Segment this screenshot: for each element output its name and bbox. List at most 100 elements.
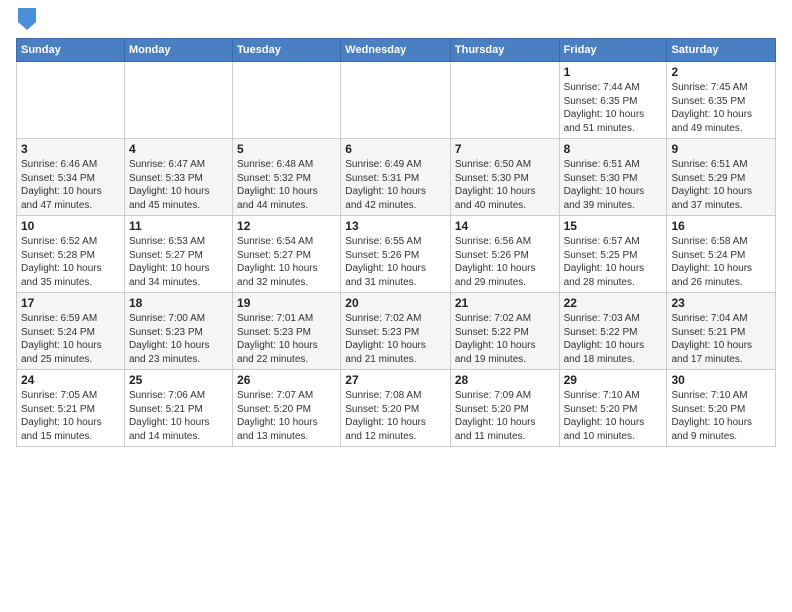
day-info: Sunrise: 6:56 AMSunset: 5:26 PMDaylight:… (455, 235, 555, 289)
table-row: 15 Sunrise: 6:57 AMSunset: 5:25 PMDayligh… (559, 216, 667, 293)
day-info: Sunrise: 7:07 AMSunset: 5:20 PMDaylight:… (237, 389, 336, 443)
day-info: Sunrise: 6:53 AMSunset: 5:27 PMDaylight:… (129, 235, 228, 289)
day-info: Sunrise: 6:59 AMSunset: 5:24 PMDaylight:… (21, 312, 120, 366)
day-info: Sunrise: 7:09 AMSunset: 5:20 PMDaylight:… (455, 389, 555, 443)
table-row: 4 Sunrise: 6:47 AMSunset: 5:33 PMDaylight… (124, 139, 232, 216)
table-row: 7Sunrise: 6:50 AMSunset: 5:30 PMDaylight… (450, 139, 559, 216)
day-info: Sunrise: 6:51 AMSunset: 5:30 PMDaylight:… (564, 158, 663, 212)
day-info: Sunrise: 6:46 AMSunset: 5:34 PMDaylight:… (21, 158, 120, 212)
day-number: 25 (129, 373, 228, 387)
day-number: 26 (237, 373, 336, 387)
day-number: 9 (671, 142, 771, 156)
table-row: 18 Sunrise: 7:00 AMSunset: 5:23 PMDayligh… (124, 293, 232, 370)
calendar-week-row: 1Sunrise: 7:44 AMSunset: 6:35 PMDaylight… (17, 62, 776, 139)
table-row: 8Sunrise: 6:51 AMSunset: 5:30 PMDaylight… (559, 139, 667, 216)
table-row: 27Sunrise: 7:08 AMSunset: 5:20 PMDayligh… (341, 370, 451, 447)
day-number: 18 (129, 296, 228, 310)
table-row: 28 Sunrise: 7:09 AMSunset: 5:20 PMDayligh… (450, 370, 559, 447)
day-number: 11 (129, 219, 228, 233)
day-number: 19 (237, 296, 336, 310)
col-tuesday: Tuesday (233, 39, 341, 62)
table-row: 10Sunrise: 6:52 AMSunset: 5:28 PMDayligh… (17, 216, 125, 293)
day-number: 5 (237, 142, 336, 156)
day-number: 29 (564, 373, 663, 387)
table-row: 6 Sunrise: 6:49 AMSunset: 5:31 PMDaylight… (341, 139, 451, 216)
calendar-table: Sunday Monday Tuesday Wednesday Thursday… (16, 38, 776, 447)
day-number: 13 (345, 219, 446, 233)
table-row: 22 Sunrise: 7:03 AMSunset: 5:22 PMDayligh… (559, 293, 667, 370)
day-number: 4 (129, 142, 228, 156)
day-number: 21 (455, 296, 555, 310)
table-row: 5 Sunrise: 6:48 AMSunset: 5:32 PMDaylight… (233, 139, 341, 216)
day-number: 27 (345, 373, 446, 387)
day-number: 12 (237, 219, 336, 233)
header (16, 12, 776, 30)
table-row (124, 62, 232, 139)
day-number: 30 (671, 373, 771, 387)
day-info: Sunrise: 6:49 AMSunset: 5:31 PMDaylight:… (345, 158, 446, 212)
day-info: Sunrise: 7:45 AMSunset: 6:35 PMDaylight:… (671, 81, 771, 135)
day-number: 16 (671, 219, 771, 233)
day-info: Sunrise: 6:47 AMSunset: 5:33 PMDaylight:… (129, 158, 228, 212)
table-row: 12 Sunrise: 6:54 AMSunset: 5:27 PMDayligh… (233, 216, 341, 293)
col-sunday: Sunday (17, 39, 125, 62)
day-info: Sunrise: 7:10 AMSunset: 5:20 PMDaylight:… (671, 389, 771, 443)
day-number: 6 (345, 142, 446, 156)
table-row (233, 62, 341, 139)
table-row: 23Sunrise: 7:04 AMSunset: 5:21 PMDayligh… (667, 293, 776, 370)
day-number: 14 (455, 219, 555, 233)
day-info: Sunrise: 6:57 AMSunset: 5:25 PMDaylight:… (564, 235, 663, 289)
table-row: 14 Sunrise: 6:56 AMSunset: 5:26 PMDayligh… (450, 216, 559, 293)
table-row: 13 Sunrise: 6:55 AMSunset: 5:26 PMDayligh… (341, 216, 451, 293)
table-row: 20 Sunrise: 7:02 AMSunset: 5:23 PMDayligh… (341, 293, 451, 370)
table-row: 24 Sunrise: 7:05 AMSunset: 5:21 PMDayligh… (17, 370, 125, 447)
day-info: Sunrise: 7:02 AMSunset: 5:22 PMDaylight:… (455, 312, 555, 366)
table-row: 16 Sunrise: 6:58 AMSunset: 5:24 PMDayligh… (667, 216, 776, 293)
day-number: 2 (671, 65, 771, 79)
table-row (341, 62, 451, 139)
table-row: 2 Sunrise: 7:45 AMSunset: 6:35 PMDaylight… (667, 62, 776, 139)
day-number: 17 (21, 296, 120, 310)
calendar-week-row: 10Sunrise: 6:52 AMSunset: 5:28 PMDayligh… (17, 216, 776, 293)
day-info: Sunrise: 6:51 AMSunset: 5:29 PMDaylight:… (671, 158, 771, 212)
day-info: Sunrise: 6:58 AMSunset: 5:24 PMDaylight:… (671, 235, 771, 289)
day-info: Sunrise: 6:54 AMSunset: 5:27 PMDaylight:… (237, 235, 336, 289)
day-info: Sunrise: 7:05 AMSunset: 5:21 PMDaylight:… (21, 389, 120, 443)
day-number: 20 (345, 296, 446, 310)
col-wednesday: Wednesday (341, 39, 451, 62)
calendar-week-row: 17 Sunrise: 6:59 AMSunset: 5:24 PMDayligh… (17, 293, 776, 370)
calendar-week-row: 24 Sunrise: 7:05 AMSunset: 5:21 PMDayligh… (17, 370, 776, 447)
day-info: Sunrise: 6:48 AMSunset: 5:32 PMDaylight:… (237, 158, 336, 212)
col-friday: Friday (559, 39, 667, 62)
table-row: 30 Sunrise: 7:10 AMSunset: 5:20 PMDayligh… (667, 370, 776, 447)
col-monday: Monday (124, 39, 232, 62)
table-row: 17 Sunrise: 6:59 AMSunset: 5:24 PMDayligh… (17, 293, 125, 370)
day-info: Sunrise: 7:04 AMSunset: 5:21 PMDaylight:… (671, 312, 771, 366)
table-row: 29Sunrise: 7:10 AMSunset: 5:20 PMDayligh… (559, 370, 667, 447)
col-thursday: Thursday (450, 39, 559, 62)
table-row: 3 Sunrise: 6:46 AMSunset: 5:34 PMDaylight… (17, 139, 125, 216)
day-info: Sunrise: 7:01 AMSunset: 5:23 PMDaylight:… (237, 312, 336, 366)
day-number: 3 (21, 142, 120, 156)
day-info: Sunrise: 6:52 AMSunset: 5:28 PMDaylight:… (21, 235, 120, 289)
logo (16, 12, 36, 30)
calendar-week-row: 3 Sunrise: 6:46 AMSunset: 5:34 PMDaylight… (17, 139, 776, 216)
day-number: 24 (21, 373, 120, 387)
table-row (450, 62, 559, 139)
day-number: 22 (564, 296, 663, 310)
day-info: Sunrise: 7:44 AMSunset: 6:35 PMDaylight:… (564, 81, 663, 135)
day-number: 15 (564, 219, 663, 233)
table-row: 25 Sunrise: 7:06 AMSunset: 5:21 PMDayligh… (124, 370, 232, 447)
day-info: Sunrise: 7:00 AMSunset: 5:23 PMDaylight:… (129, 312, 228, 366)
day-info: Sunrise: 7:02 AMSunset: 5:23 PMDaylight:… (345, 312, 446, 366)
main-container: Sunday Monday Tuesday Wednesday Thursday… (0, 0, 792, 455)
table-row: 1Sunrise: 7:44 AMSunset: 6:35 PMDaylight… (559, 62, 667, 139)
day-number: 28 (455, 373, 555, 387)
day-info: Sunrise: 7:06 AMSunset: 5:21 PMDaylight:… (129, 389, 228, 443)
table-row: 11 Sunrise: 6:53 AMSunset: 5:27 PMDayligh… (124, 216, 232, 293)
table-row: 21 Sunrise: 7:02 AMSunset: 5:22 PMDayligh… (450, 293, 559, 370)
day-info: Sunrise: 6:55 AMSunset: 5:26 PMDaylight:… (345, 235, 446, 289)
day-info: Sunrise: 7:03 AMSunset: 5:22 PMDaylight:… (564, 312, 663, 366)
table-row: 26 Sunrise: 7:07 AMSunset: 5:20 PMDayligh… (233, 370, 341, 447)
table-row (17, 62, 125, 139)
